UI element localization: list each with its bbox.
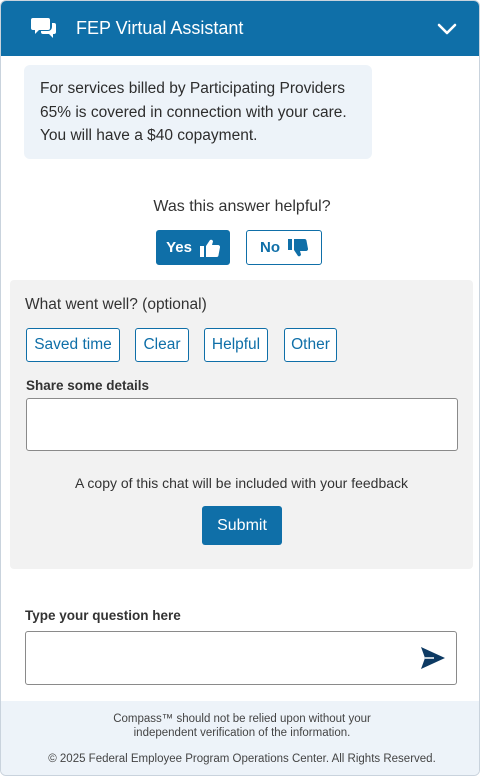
footer: Compass™ should not be relied upon witho… — [1, 701, 479, 775]
submit-button[interactable]: Submit — [202, 506, 282, 545]
thumbs-down-icon — [288, 238, 308, 256]
message-line: You will have a $40 copayment. — [40, 127, 258, 144]
collapse-button[interactable] — [433, 17, 461, 41]
chip-clear[interactable]: Clear — [135, 328, 189, 362]
copy-note: A copy of this chat will be included wit… — [74, 475, 409, 491]
assistant-message: For services billed by Participating Pro… — [24, 65, 372, 159]
copyright: © 2025 Federal Employee Program Operatio… — [48, 753, 436, 765]
went-well-label: What went well? (optional) — [25, 296, 207, 313]
question-input[interactable] — [25, 631, 457, 685]
message-line: For services billed by Participating Pro… — [40, 80, 345, 97]
yes-button[interactable]: Yes — [156, 230, 230, 265]
question-label: Type your question here — [25, 608, 181, 623]
disclaimer: Compass™ should not be relied upon witho… — [1, 712, 479, 740]
message-line: 65% is covered in connection with your c… — [40, 103, 347, 121]
details-label: Share some details — [26, 378, 150, 393]
feedback-panel: What went well? (optional) Saved time Cl… — [10, 280, 473, 569]
disclaimer-line: Compass™ should not be relied upon witho… — [113, 713, 371, 725]
helpful-question: Was this answer helpful? — [153, 198, 331, 215]
disclaimer-line: independent verification of the informat… — [133, 727, 351, 739]
send-arrow-icon — [421, 647, 445, 669]
chip-helpful[interactable]: Helpful — [204, 328, 268, 362]
no-button[interactable]: No — [246, 230, 322, 265]
chat-header: FEP Virtual Assistant — [1, 1, 479, 56]
header-title: FEP Virtual Assistant — [76, 18, 244, 38]
chevron-down-icon — [437, 23, 457, 35]
send-button[interactable] — [419, 645, 447, 671]
chip-other[interactable]: Other — [284, 328, 337, 362]
chat-widget: FEP Virtual Assistant For services bille… — [0, 0, 480, 776]
no-label: No — [260, 239, 280, 256]
details-textarea[interactable] — [26, 398, 458, 451]
chip-saved-time[interactable]: Saved time — [26, 328, 120, 362]
chat-bubbles-icon — [31, 18, 56, 38]
thumbs-up-icon — [199, 239, 220, 257]
yes-label: Yes — [166, 239, 192, 256]
